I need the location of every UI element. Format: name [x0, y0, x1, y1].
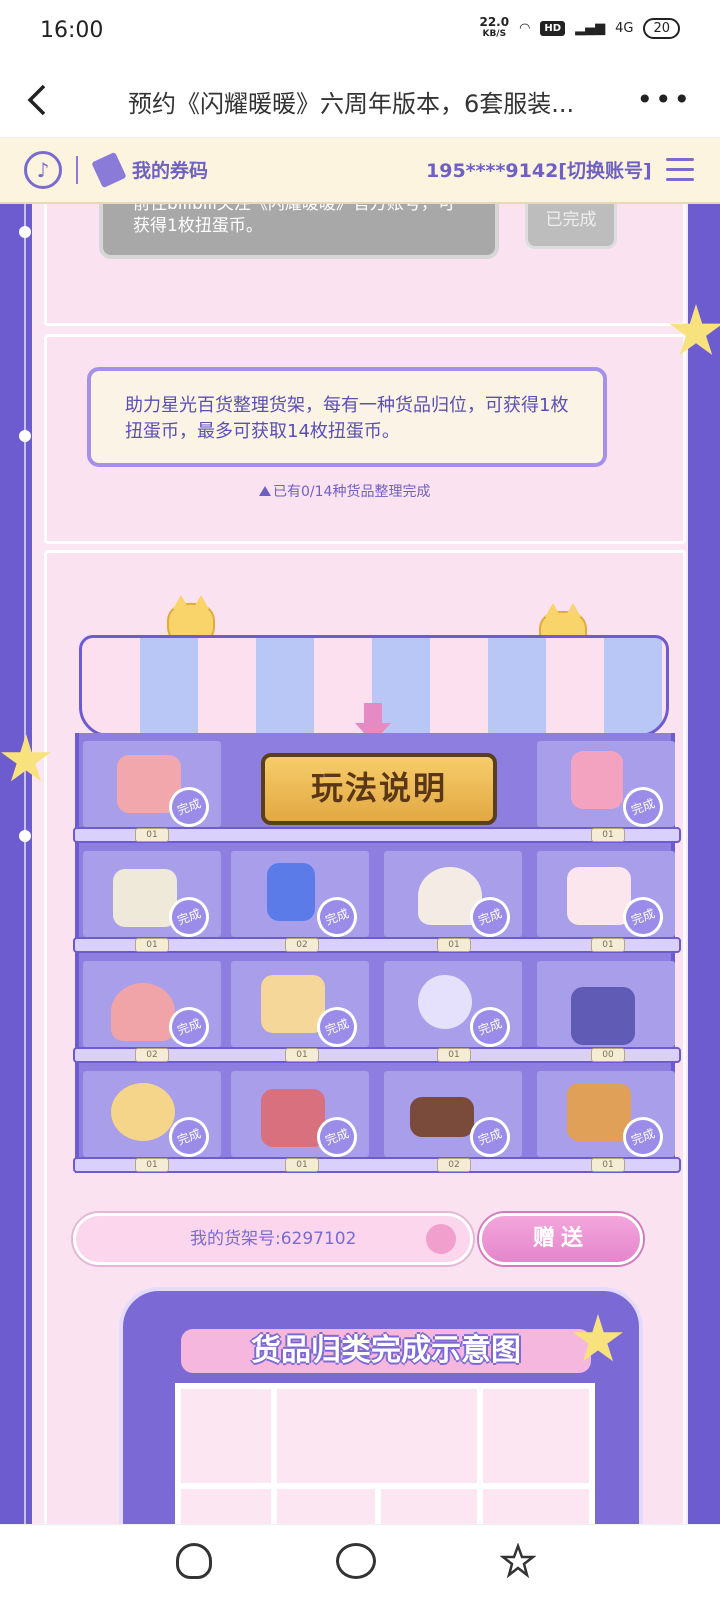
slot-count: 01: [135, 1158, 169, 1172]
shelf-slot[interactable]: 完成: [83, 961, 221, 1053]
shelf-slot[interactable]: [537, 961, 675, 1047]
task-description: 前往bilibili关注《闪耀暖暖》官方账号，可获得1枚扭蛋币。: [99, 204, 499, 259]
diagram-grid: [175, 1383, 595, 1524]
suitcase-icon: [261, 975, 325, 1033]
slot-count: 01: [285, 1158, 319, 1172]
cat-hat-icon: [111, 983, 175, 1041]
back-icon[interactable]: [20, 82, 56, 118]
empty-item-silhouette: [571, 987, 635, 1045]
network-type: 4G: [615, 20, 634, 36]
diagram-cell: [178, 1486, 274, 1524]
bunny-mug-icon: [567, 867, 631, 925]
diagram-cell: [480, 1386, 592, 1486]
heart-icon[interactable]: [176, 1543, 212, 1579]
menu-icon[interactable]: [666, 158, 694, 182]
shelf-slot[interactable]: 完成: [384, 961, 522, 1053]
shelf-row: 完成 完成 完成 完成 01 02 01 01: [73, 843, 681, 953]
more-icon[interactable]: •••: [636, 86, 692, 114]
palette-icon: [261, 1089, 325, 1147]
music-icon[interactable]: ♪: [24, 151, 62, 189]
slot-count: 00: [591, 1048, 625, 1062]
crystal-ball-icon: [418, 975, 472, 1029]
diagram-cell: [274, 1386, 480, 1486]
slot-count: 01: [591, 1158, 625, 1172]
shelf-slot[interactable]: 完成: [537, 851, 675, 943]
shelf-slot[interactable]: 完成: [231, 1071, 369, 1163]
shelf-slot[interactable]: 完成: [83, 1071, 221, 1163]
info-text: 助力星光百货整理货架，每有一种货品归位，可获得1枚扭蛋币，最多可获取14枚扭蛋币…: [87, 367, 607, 467]
rail-dot: [19, 830, 31, 842]
slot-count: 01: [135, 828, 169, 842]
moon-pillow-icon: [111, 1083, 175, 1141]
diagram-cell: [274, 1486, 378, 1524]
done-badge: 完成: [617, 781, 669, 833]
done-badge: 完成: [311, 891, 363, 943]
rail-dot: [19, 226, 31, 238]
status-time: 16:00: [40, 18, 104, 43]
perfume-icon: [267, 863, 315, 921]
bottom-toolbar: [0, 1524, 720, 1600]
slot-count: 01: [437, 938, 471, 952]
network-speed: 22.0 KB/S: [479, 15, 510, 39]
completion-diagram: 货品归类完成示意图: [119, 1287, 643, 1524]
site-header: ♪ 我的券码 195****9142[切换账号]: [0, 138, 720, 204]
shelf-slot[interactable]: 完成: [537, 1071, 675, 1163]
battery-icon: 20: [643, 17, 680, 39]
shelf-id-field[interactable]: 我的货架号:6297102: [73, 1213, 473, 1265]
shelf-row: 完成 完成 完成 完成 01 01 02 01: [73, 1063, 681, 1173]
diagram-title: 货品归类完成示意图: [181, 1329, 591, 1373]
shelf-slot[interactable]: 完成: [83, 741, 221, 833]
cloud-icon[interactable]: [336, 1543, 376, 1579]
hd-icon: HD: [540, 20, 566, 36]
shelf-panel: 玩法说明 完成 完成 01 01 完成 完成 完成 完成 01 02 01 01…: [44, 550, 686, 1524]
nav-bar: 预约《闪耀暖暖》六周年版本，6套服装... •••: [0, 62, 720, 138]
cake-icon: [410, 1097, 474, 1137]
slot-count: 02: [135, 1048, 169, 1062]
task-status-button[interactable]: 已完成: [525, 204, 617, 249]
header-divider: [76, 156, 78, 184]
switch-account-link[interactable]: 195****9142[切换账号]: [426, 156, 652, 183]
task-panel: 前往bilibili关注《闪耀暖暖》官方账号，可获得1枚扭蛋币。 已完成: [44, 204, 686, 326]
shelf-slot[interactable]: 完成: [231, 961, 369, 1053]
signal-icon: ▂▄▆: [575, 20, 606, 36]
side-rail: [24, 204, 26, 1524]
wifi-icon: ◠: [519, 20, 531, 36]
shelf-row: 完成 完成 完成 02 01 01 00: [73, 953, 681, 1063]
shelf-grid: 玩法说明 完成 完成 01 01 完成 完成 完成 完成 01 02 01 01…: [73, 733, 681, 1173]
main-content: 前往bilibili关注《闪耀暖暖》官方账号，可获得1枚扭蛋币。 已完成 助力星…: [0, 204, 720, 1524]
copy-icon[interactable]: [426, 1224, 456, 1254]
slot-count: 01: [135, 938, 169, 952]
slot-count: 02: [285, 938, 319, 952]
status-icons: 22.0 KB/S ◠ HD ▂▄▆ 4G 20: [479, 16, 680, 40]
triangle-icon: [259, 486, 271, 496]
diagram-cell: [178, 1386, 274, 1486]
howto-button[interactable]: 玩法说明: [261, 753, 497, 825]
progress-text: 已有0/14种货品整理完成: [259, 481, 430, 501]
gift-button[interactable]: 赠送: [479, 1213, 643, 1265]
ticket-icon[interactable]: [91, 151, 127, 189]
diagram-cell: [480, 1486, 592, 1524]
status-bar: 16:00 22.0 KB/S ◠ HD ▂▄▆ 4G 20: [0, 0, 720, 62]
slot-count: 01: [285, 1048, 319, 1062]
diagram-cell: [378, 1486, 480, 1524]
slot-count: 01: [591, 828, 625, 842]
shelf-slot[interactable]: 完成: [384, 851, 522, 943]
shelf-slot[interactable]: 完成: [537, 741, 675, 833]
camera-icon: [567, 1083, 631, 1141]
slot-count: 02: [437, 1158, 471, 1172]
my-coupon-link[interactable]: 我的券码: [132, 156, 208, 183]
shelf-slot[interactable]: 完成: [231, 851, 369, 943]
flower-basket-icon: [113, 869, 177, 927]
shelf-slot[interactable]: 完成: [384, 1071, 522, 1163]
shelf-slot[interactable]: 完成: [83, 851, 221, 943]
info-panel: 助力星光百货整理货架，每有一种货品归位，可获得1枚扭蛋币，最多可获取14枚扭蛋币…: [44, 334, 686, 544]
rail-dot: [19, 430, 31, 442]
done-badge: 完成: [464, 1001, 516, 1053]
page-title: 预约《闪耀暖暖》六周年版本，6套服装...: [128, 90, 575, 118]
star-outline-icon[interactable]: [499, 1542, 537, 1579]
slot-count: 01: [591, 938, 625, 952]
slot-count: 01: [437, 1048, 471, 1062]
photo-album-icon: [571, 751, 623, 809]
